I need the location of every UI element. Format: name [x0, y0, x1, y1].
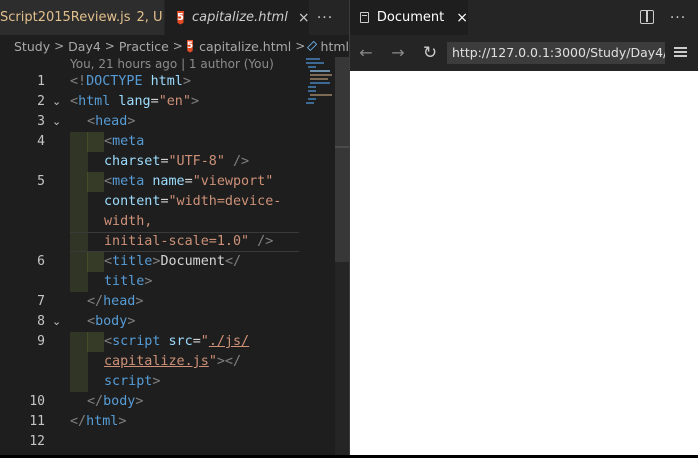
- indent-guide: [87, 252, 104, 272]
- scrollbar-thumb[interactable]: [335, 57, 349, 262]
- fold-chevron-icon[interactable]: ⌄: [52, 92, 64, 112]
- tab-status: 2, U: [136, 10, 163, 25]
- code-line: <title>Document</: [104, 254, 242, 269]
- minimap-line: [308, 98, 316, 100]
- editor-pane: Script2015Review.js 2, U 5 capitalize.ht…: [0, 0, 349, 458]
- line-number: 2: [37, 94, 45, 109]
- line-number: 8: [37, 314, 45, 329]
- line-number: 9: [37, 334, 45, 349]
- close-icon[interactable]: ×: [298, 10, 310, 26]
- breadcrumb-item-day4[interactable]: Day4: [68, 39, 101, 54]
- minimap-line: [310, 70, 330, 72]
- line-number: 5: [37, 174, 45, 189]
- code-line: <!DOCTYPE html>: [70, 74, 191, 89]
- preview-icon: [360, 12, 369, 23]
- line-number: 11: [29, 414, 45, 429]
- line-number: 4: [37, 134, 45, 149]
- minimap-line: [306, 58, 320, 60]
- line-number: 7: [37, 294, 45, 309]
- back-arrow-icon[interactable]: ←: [356, 43, 376, 63]
- browser-viewport[interactable]: [350, 71, 698, 455]
- forward-arrow-icon[interactable]: →: [388, 43, 408, 63]
- reload-icon[interactable]: ↻: [420, 43, 440, 63]
- chevron-right-icon: >: [295, 39, 306, 53]
- symbol-element-icon: [307, 40, 318, 52]
- scrollbar-cursor-marker: [335, 146, 349, 148]
- close-icon[interactable]: ×: [456, 10, 468, 26]
- indent-guide: [87, 132, 104, 152]
- indent-guide: [70, 332, 88, 392]
- line-number: 10: [29, 394, 45, 409]
- minimap-line: [310, 74, 332, 76]
- codelens-blame[interactable]: You, 21 hours ago | 1 author (You): [70, 57, 274, 71]
- line-number: 6: [37, 254, 45, 269]
- line-number: 12: [29, 434, 45, 449]
- browser-tab-bar: Document × ···: [350, 0, 698, 35]
- code-line: <script src="./js/: [104, 334, 250, 349]
- minimap-line: [308, 66, 316, 68]
- minimap-line: [310, 82, 330, 84]
- minimap-line: [308, 86, 316, 88]
- code-line: initial-scale=1.0" />: [104, 234, 274, 249]
- code-line: <meta name="viewport": [104, 174, 274, 189]
- code-line: charset="UTF-8" />: [104, 154, 250, 169]
- indent-guide: [87, 332, 104, 352]
- browser-toolbar: ← → ↻ http://127.0.0.1:3000/Study/Day4/P…: [350, 35, 698, 71]
- chevron-right-icon: >: [104, 39, 115, 53]
- split-editor-icon[interactable]: [640, 10, 654, 24]
- code-line: </html>: [70, 414, 127, 429]
- chevron-right-icon: >: [54, 39, 65, 53]
- breadcrumb-item-study[interactable]: Study: [14, 39, 50, 54]
- url-input[interactable]: http://127.0.0.1:3000/Study/Day4/Pr: [447, 42, 665, 64]
- code-line: </head>: [87, 294, 144, 309]
- breadcrumb-item-file[interactable]: capitalize.html: [199, 39, 291, 54]
- editor-tab-bar: Script2015Review.js 2, U 5 capitalize.ht…: [0, 0, 349, 35]
- code-line: content="width=device-: [104, 194, 282, 209]
- minimap-line: [308, 90, 316, 92]
- tab-label: capitalize.html: [191, 10, 288, 25]
- fold-chevron-icon[interactable]: ⌄: [52, 312, 64, 332]
- code-line: </body>: [87, 394, 144, 409]
- html5-icon: 5: [177, 10, 184, 25]
- code-line: <meta: [104, 134, 145, 149]
- menu-icon[interactable]: [674, 46, 687, 58]
- breadcrumb-item-html[interactable]: html: [321, 39, 349, 54]
- code-line: title>: [104, 274, 153, 289]
- tab-label: Script2015Review.js: [0, 10, 131, 25]
- code-line: <head>: [87, 114, 136, 129]
- code-line: <body>: [87, 314, 136, 329]
- code-line: width,: [104, 214, 153, 229]
- tab-document[interactable]: Document ×: [350, 0, 468, 35]
- html5-icon: 5: [186, 39, 194, 53]
- indent-guide: [87, 172, 104, 192]
- more-actions-icon[interactable]: ···: [313, 0, 337, 35]
- simple-browser-pane: Document × ··· ← → ↻ http://127.0.0.1:30…: [349, 0, 698, 458]
- chevron-right-icon: >: [172, 39, 183, 53]
- breadcrumb-item-practice[interactable]: Practice: [119, 39, 169, 54]
- code-line: <html lang="en">: [70, 94, 199, 109]
- minimap-line: [310, 94, 332, 96]
- minimap-line: [306, 62, 324, 64]
- minimap-line: [310, 78, 328, 80]
- minimap-line: [306, 102, 314, 104]
- minimap[interactable]: [306, 57, 334, 117]
- tab-capitalize-html[interactable]: 5 capitalize.html ×: [165, 0, 310, 35]
- indent-guide: [70, 132, 88, 292]
- code-line: script>: [104, 374, 161, 389]
- tab-script2015review[interactable]: Script2015Review.js 2, U: [0, 0, 164, 35]
- line-number: 1: [37, 74, 45, 89]
- more-actions-icon[interactable]: ···: [666, 0, 690, 35]
- line-number: 3: [37, 114, 45, 129]
- breadcrumb: Study > Day4 > Practice > 5 capitalize.h…: [0, 35, 349, 57]
- fold-chevron-icon[interactable]: ⌄: [52, 112, 64, 132]
- code-line: capitalize.js"></: [104, 354, 242, 369]
- tab-label: Document: [376, 10, 445, 25]
